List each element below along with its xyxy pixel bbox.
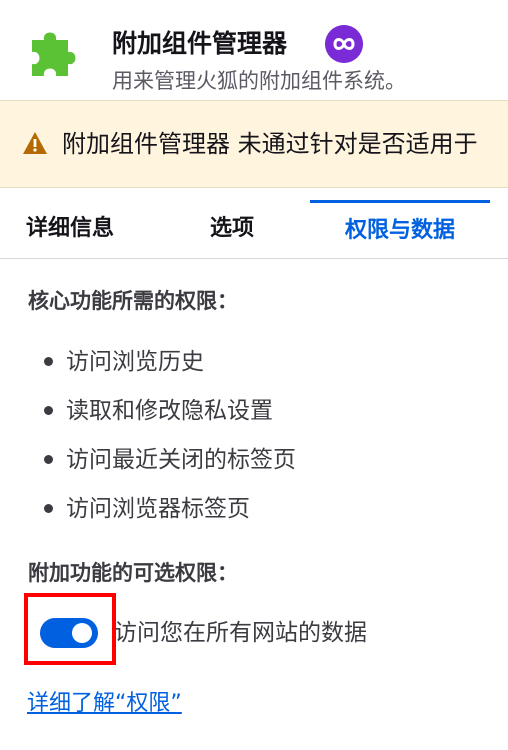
addon-permissions-page: 附加组件管理器 用来管理火狐的附加组件系统。 附加组件管理器 未通过针对是否适用… [0,0,508,750]
all-sites-permission-toggle[interactable] [40,618,98,648]
puzzle-icon [32,32,76,76]
learn-more-permissions-link[interactable]: 详细了解“权限” [27,688,182,720]
warning-text: 附加组件管理器 未通过针对是否适用于 [62,130,478,158]
toggle-knob [72,623,92,643]
permission-label: 访问浏览器标签页 [66,496,250,522]
bullet-icon [44,357,53,366]
required-permissions-list: 访问浏览历史 读取和修改隐私设置 访问最近关闭的标签页 访问浏览器标签页 [0,342,508,538]
recommended-infinity-icon [325,25,363,63]
optional-permissions-heading: 附加功能的可选权限： [28,561,238,585]
permission-item: 访问浏览器标签页 [0,489,508,538]
permission-item: 读取和修改隐私设置 [0,391,508,440]
optional-permission-label: 访问您在所有网站的数据 [114,620,367,646]
permission-label: 访问浏览历史 [66,349,204,375]
bullet-icon [44,406,53,415]
optional-permission-row: 访问您在所有网站的数据 [0,608,508,664]
permission-item: 访问最近关闭的标签页 [0,440,508,489]
tab-details[interactable]: 详细信息 [26,200,126,258]
addon-description: 用来管理火狐的附加组件系统。 [112,69,406,93]
permission-label: 访问最近关闭的标签页 [66,447,296,473]
tab-permissions[interactable]: 权限与数据 [310,200,490,258]
tab-options[interactable]: 选项 [196,200,268,258]
permission-label: 读取和修改隐私设置 [66,398,273,424]
addon-header: 附加组件管理器 用来管理火狐的附加组件系统。 [0,0,508,100]
bullet-icon [44,455,53,464]
warning-banner: 附加组件管理器 未通过针对是否适用于 [0,100,508,188]
permission-item: 访问浏览历史 [0,342,508,391]
bullet-icon [44,504,53,513]
tab-bar: 详细信息 选项 权限与数据 [0,200,508,259]
addon-name: 附加组件管理器 [112,29,288,58]
required-permissions-heading: 核心功能所需的权限： [28,289,238,313]
warning-triangle-icon [23,132,47,154]
